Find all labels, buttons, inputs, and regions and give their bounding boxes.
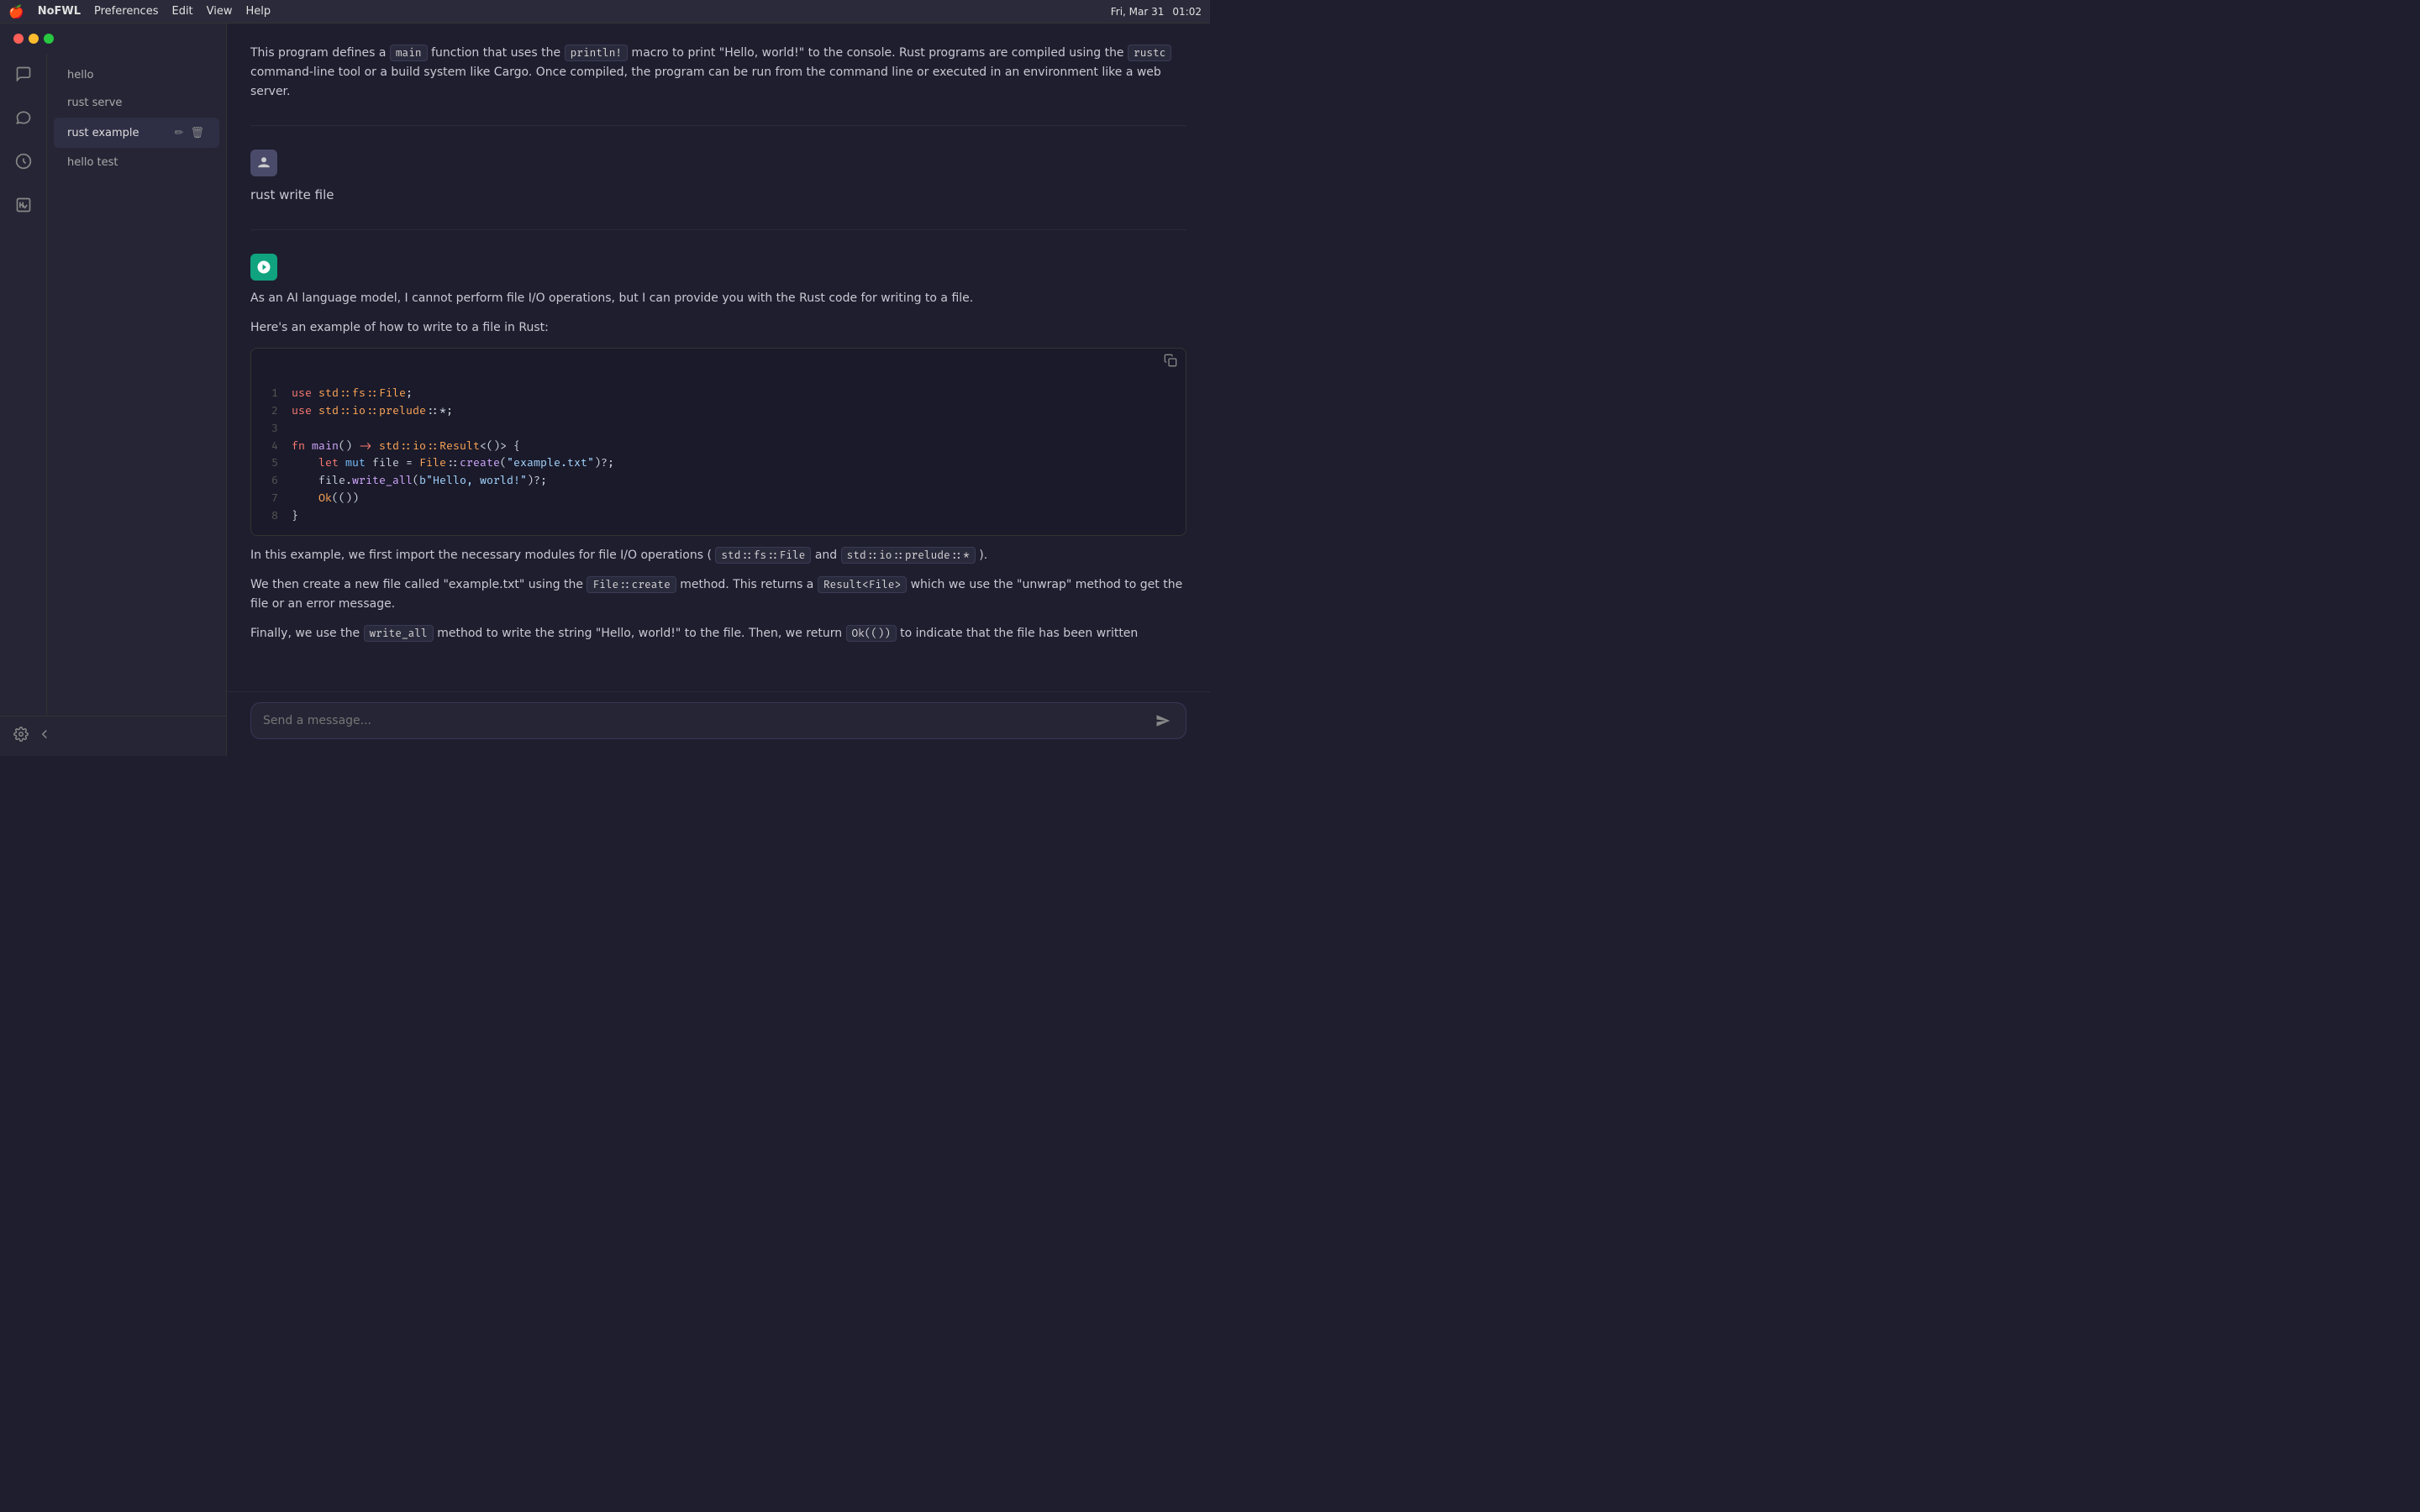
menu-date: Fri, Mar 31 [1111, 6, 1165, 18]
traffic-lights [13, 34, 54, 44]
ai-response-example-intro: Here's an example of how to write to a f… [250, 318, 1186, 338]
conv-delete-button[interactable]: 🗑 [188, 124, 206, 141]
chat-input[interactable] [263, 714, 1145, 727]
message-user-rust-write-body: rust write file [250, 185, 1186, 206]
conv-item-hello-label: hello [67, 69, 206, 81]
chat-messages[interactable]: This program defines a main function tha… [227, 24, 1210, 691]
ai-explanation-2: We then create a new file called "exampl… [250, 575, 1186, 614]
message-ai-rust-write-body: As an AI language model, I cannot perfor… [250, 289, 1186, 643]
sidebar-icon-column [0, 54, 47, 716]
conv-item-rust-example-actions: ✏ 🗑 [173, 124, 206, 141]
code-block-header [251, 349, 1186, 375]
inline-code-main: main [390, 45, 428, 61]
user-avatar [250, 150, 277, 176]
code-line-3: 3 [265, 420, 1172, 438]
message-ai-intro: This program defines a main function tha… [250, 44, 1186, 102]
traffic-light-maximize[interactable] [44, 34, 54, 44]
menu-bar-right: Fri, Mar 31 01:02 [1111, 6, 1202, 18]
message-user-rust-write: rust write file [250, 150, 1186, 206]
ai-explanation-1: In this example, we first import the nec… [250, 546, 1186, 565]
conv-item-rust-serve[interactable]: rust serve [54, 90, 219, 116]
user-rust-write-text: rust write file [250, 185, 1186, 206]
code-line-4: 4 fn main() -> std::io::Result<()> { [265, 438, 1172, 455]
code-line-7: 7 Ok(()) [265, 490, 1172, 507]
inline-code-println: println! [565, 45, 629, 61]
menu-help[interactable]: Help [246, 5, 271, 18]
collapse-icon[interactable] [37, 727, 52, 746]
conv-item-rust-example[interactable]: rust example ✏ 🗑 [54, 118, 219, 148]
menu-app-name[interactable]: NoFWL [38, 5, 81, 18]
menu-bar-left: 🍎 NoFWL Preferences Edit View Help [8, 4, 271, 19]
sidebar-conversations: hello rust serve rust example ✏ 🗑 hello … [47, 54, 226, 716]
message-ai-rust-write-header [250, 254, 1186, 281]
conv-item-hello[interactable]: hello [54, 62, 219, 88]
apple-logo[interactable]: 🍎 [8, 4, 24, 19]
sidebar-icon-chat[interactable] [10, 104, 37, 131]
send-button[interactable] [1152, 710, 1174, 732]
settings-icon[interactable] [13, 727, 29, 746]
message-ai-intro-body: This program defines a main function tha… [250, 44, 1186, 102]
menu-time: 01:02 [1172, 6, 1202, 18]
code-line-8: 8 } [265, 507, 1172, 525]
conv-item-hello-test[interactable]: hello test [54, 150, 219, 176]
conv-item-rust-serve-label: rust serve [67, 97, 206, 109]
message-ai-rust-write: As an AI language model, I cannot perfor… [250, 254, 1186, 643]
code-line-1: 1 use std::fs::File; [265, 385, 1172, 402]
message-separator-1 [250, 125, 1186, 126]
inline-code-file-create: File::create [587, 576, 676, 593]
traffic-light-close[interactable] [13, 34, 24, 44]
ai-explanation-3: Finally, we use the write_all method to … [250, 624, 1186, 643]
main-content: This program defines a main function tha… [227, 24, 1210, 756]
ai-response-intro: As an AI language model, I cannot perfor… [250, 289, 1186, 308]
sidebar: hello rust serve rust example ✏ 🗑 hello … [0, 24, 227, 756]
inline-code-write-all: write_all [364, 625, 434, 642]
sidebar-top [0, 24, 226, 54]
ai-intro-text: This program defines a main function tha… [250, 44, 1186, 102]
sidebar-bottom [0, 716, 226, 756]
code-block-rust: 1 use std::fs::File; 2 use std::io::prel… [250, 348, 1186, 535]
inline-code-result-file: Result<File> [818, 576, 907, 593]
code-line-2: 2 use std::io::prelude::*; [265, 402, 1172, 420]
code-block-content: 1 use std::fs::File; 2 use std::io::prel… [251, 375, 1186, 534]
copy-code-button[interactable] [1164, 354, 1177, 370]
message-separator-2 [250, 229, 1186, 230]
code-line-6: 6 file.write_all(b"Hello, world!")?; [265, 472, 1172, 490]
menu-preferences[interactable]: Preferences [94, 5, 158, 18]
ai-avatar [250, 254, 277, 281]
conv-item-hello-test-label: hello test [67, 156, 206, 169]
chat-input-container [250, 702, 1186, 739]
conv-edit-button[interactable]: ✏ [173, 124, 186, 141]
menu-view[interactable]: View [207, 5, 233, 18]
traffic-light-minimize[interactable] [29, 34, 39, 44]
inline-code-io-prelude: std::io::prelude::* [841, 547, 976, 564]
conv-item-rust-example-label: rust example [67, 127, 173, 139]
menu-edit[interactable]: Edit [171, 5, 192, 18]
sidebar-icon-new-chat[interactable] [10, 60, 37, 87]
sidebar-icon-markdown[interactable] [10, 192, 37, 218]
sidebar-icon-explore[interactable] [10, 148, 37, 175]
code-line-5: 5 let mut file = File::create("example.t… [265, 454, 1172, 472]
app-window: hello rust serve rust example ✏ 🗑 hello … [0, 24, 1210, 756]
inline-code-ok: Ok(()) [846, 625, 897, 642]
inline-code-fs-file: std::fs::File [715, 547, 811, 564]
inline-code-rustc: rustc [1128, 45, 1171, 61]
chat-input-area [227, 691, 1210, 756]
menu-bar: 🍎 NoFWL Preferences Edit View Help Fri, … [0, 0, 1210, 24]
message-user-rust-write-header [250, 150, 1186, 176]
